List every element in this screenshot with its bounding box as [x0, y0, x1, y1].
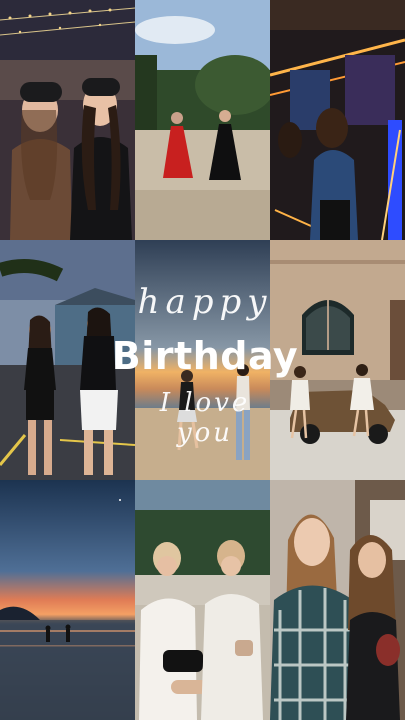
photo-street-outfits	[0, 240, 135, 480]
photo-ocean-sunset-silhouettes	[0, 480, 135, 720]
photo-dresses-garden	[135, 0, 270, 240]
photo-friends-night-market	[0, 0, 135, 240]
photo-vintage-car-building	[270, 240, 405, 480]
photo-beach-sunset	[135, 240, 270, 480]
photo-collage: happy Birthday I love you	[0, 0, 405, 720]
photo-plaid-coat-selfie	[270, 480, 405, 720]
photo-neon-arcade	[270, 0, 405, 240]
photo-white-blazers	[135, 480, 270, 720]
